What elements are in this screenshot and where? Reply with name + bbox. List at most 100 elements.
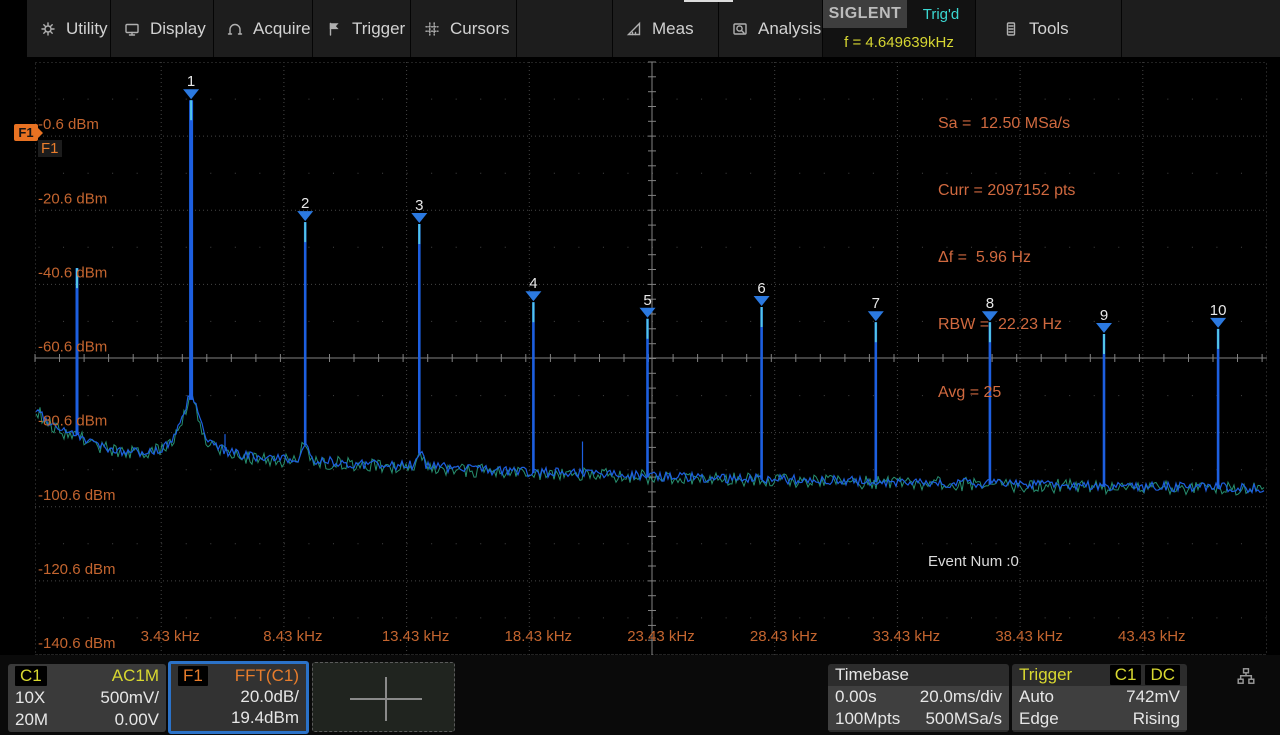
menu-bar: Utility Display Acquire Trigger Cursors … <box>27 0 1280 57</box>
peak-number-label: 3 <box>415 197 423 214</box>
x-tick-label: 18.43 kHz <box>505 628 573 645</box>
peak-number-label: 6 <box>757 280 765 297</box>
timebase-panel[interactable]: Timebase 0.00s 20.0ms/div 100Mpts 500MSa… <box>828 664 1009 732</box>
peak-marker-7 <box>868 311 884 321</box>
flag-icon <box>325 20 343 38</box>
menu-item-analysis[interactable]: Analysis <box>719 0 823 57</box>
menu-label: Utility <box>66 19 108 39</box>
peak-marker-3 <box>411 213 427 223</box>
x-tick-label: 38.43 kHz <box>995 628 1063 645</box>
frequency-counter-readout: f = 4.649639kHz <box>823 28 975 57</box>
menu-item-utility[interactable]: Utility <box>27 0 111 57</box>
trigger-slope: Rising <box>1133 709 1180 729</box>
menu-item-acquire[interactable]: Acquire <box>214 0 313 57</box>
x-tick-label: 3.43 kHz <box>141 628 200 645</box>
peak-marker-6 <box>754 296 770 306</box>
c1-coupling: AC1M <box>112 666 159 686</box>
menu-item-trigger[interactable]: Trigger <box>313 0 411 57</box>
spectrum-plot: 123456789103.43 kHz8.43 kHz13.43 kHz18.4… <box>0 0 1280 735</box>
event-num-readout: Event Num :0 <box>928 553 1019 570</box>
peak-marker-10 <box>1210 318 1226 328</box>
menu-item-cursors[interactable]: Cursors <box>411 0 517 57</box>
c1-offset: 0.00V <box>115 710 159 730</box>
peak-number-label: 7 <box>872 295 880 312</box>
menu-item-display[interactable]: Display <box>111 0 214 57</box>
y-tick-label: -40.6 dBm <box>38 264 107 281</box>
peak-number-label: 4 <box>529 275 537 292</box>
peak-marker-4 <box>525 291 541 301</box>
trigger-source: C1 <box>1110 665 1142 685</box>
f1-reference-tag[interactable]: F1 <box>14 124 38 141</box>
folder-search-icon <box>731 20 749 38</box>
menu-label: Acquire <box>253 19 311 39</box>
channel-c1-panel[interactable]: C1 AC1M 10X 500mV/ 20M 0.00V <box>8 664 166 732</box>
y-tick-label: -20.6 dBm <box>38 190 107 207</box>
status-bar: C1 AC1M 10X 500mV/ 20M 0.00V F1 FFT(C1) … <box>0 655 1280 735</box>
timebase-sample-rate: 500MSa/s <box>925 709 1002 729</box>
peak-number-label: 10 <box>1210 302 1227 319</box>
trigger-coupling: DC <box>1145 665 1180 685</box>
oscilloscope-screen: 123456789103.43 kHz8.43 kHz13.43 kHz18.4… <box>0 0 1280 735</box>
menu-item-tools[interactable]: Tools <box>976 0 1122 57</box>
fft-delta-f: Δf = 5.96 Hz <box>938 247 1075 269</box>
x-tick-label: 23.43 kHz <box>627 628 695 645</box>
trigger-type: Edge <box>1019 709 1059 729</box>
fft-rbw: RBW = 22.23 Hz <box>938 314 1075 336</box>
peak-number-label: 9 <box>1100 307 1108 324</box>
clipboard-icon <box>1002 20 1020 38</box>
ruler-triangle-icon <box>625 20 643 38</box>
brand-status-block: SIGLENT Trig'd f = 4.649639kHz <box>823 0 976 57</box>
menu-label: Cursors <box>450 19 510 39</box>
top-highlight-line <box>684 0 733 2</box>
peak-marker-9 <box>1096 323 1112 333</box>
add-trace-slot[interactable] <box>312 662 455 732</box>
peak-marker-1 <box>183 89 199 99</box>
menu-filler <box>1122 0 1280 57</box>
gear-icon <box>39 20 57 38</box>
c1-badge: C1 <box>15 666 47 686</box>
timebase-title: Timebase <box>835 665 909 685</box>
x-tick-label: 8.43 kHz <box>263 628 322 645</box>
arch-icon <box>226 20 244 38</box>
plus-icon <box>385 677 387 721</box>
menu-label: Tools <box>1029 19 1069 39</box>
c1-scale: 500mV/ <box>100 688 159 708</box>
fft-sample-rate: Sa = 12.50 MSa/s <box>938 113 1075 135</box>
network-icon[interactable] <box>1236 666 1256 686</box>
monitor-icon <box>123 20 141 38</box>
fft-average-count: Avg = 25 <box>938 382 1075 404</box>
menu-label: Meas <box>652 19 694 39</box>
math-f1-panel[interactable]: F1 FFT(C1) 20.0dB/ 19.4dBm <box>168 661 309 734</box>
peak-number-label: 5 <box>643 292 651 309</box>
y-tick-label: -80.6 dBm <box>38 413 107 430</box>
menu-label: Display <box>150 19 206 39</box>
trigger-status-badge: Trig'd <box>907 0 975 28</box>
y-tick-label: -100.6 dBm <box>38 487 116 504</box>
peak-marker-2 <box>297 211 313 221</box>
f1-trace-label: F1 <box>38 140 62 157</box>
x-tick-label: 13.43 kHz <box>382 628 450 645</box>
f1-scale: 20.0dB/ <box>240 687 299 707</box>
timebase-delay: 0.00s <box>835 687 877 707</box>
fft-info-readout: Sa = 12.50 MSa/s Curr = 2097152 pts Δf =… <box>938 68 1075 449</box>
menu-item-meas[interactable]: Meas <box>613 0 719 57</box>
f1-function: FFT(C1) <box>235 666 299 686</box>
x-tick-label: 33.43 kHz <box>873 628 941 645</box>
f1-ref-level: 19.4dBm <box>231 708 299 728</box>
timebase-points: 100Mpts <box>835 709 900 729</box>
cursors-grid-icon <box>423 20 441 38</box>
peak-number-label: 2 <box>301 195 309 212</box>
c1-probe: 10X <box>15 688 45 708</box>
trigger-title: Trigger <box>1019 665 1072 685</box>
timebase-scale: 20.0ms/div <box>920 687 1002 707</box>
peak-marker-5 <box>640 308 656 318</box>
fft-current-points: Curr = 2097152 pts <box>938 180 1075 202</box>
peak-number-label: 1 <box>187 73 195 90</box>
x-tick-label: 28.43 kHz <box>750 628 818 645</box>
trigger-level: 742mV <box>1126 687 1180 707</box>
y-tick-label: -120.6 dBm <box>38 561 116 578</box>
trigger-panel[interactable]: Trigger C1 DC Auto 742mV Edge Rising <box>1012 664 1187 732</box>
c1-bandwidth: 20M <box>15 710 48 730</box>
y-tick-label: -60.6 dBm <box>38 339 107 356</box>
menu-label: Analysis <box>758 19 821 39</box>
